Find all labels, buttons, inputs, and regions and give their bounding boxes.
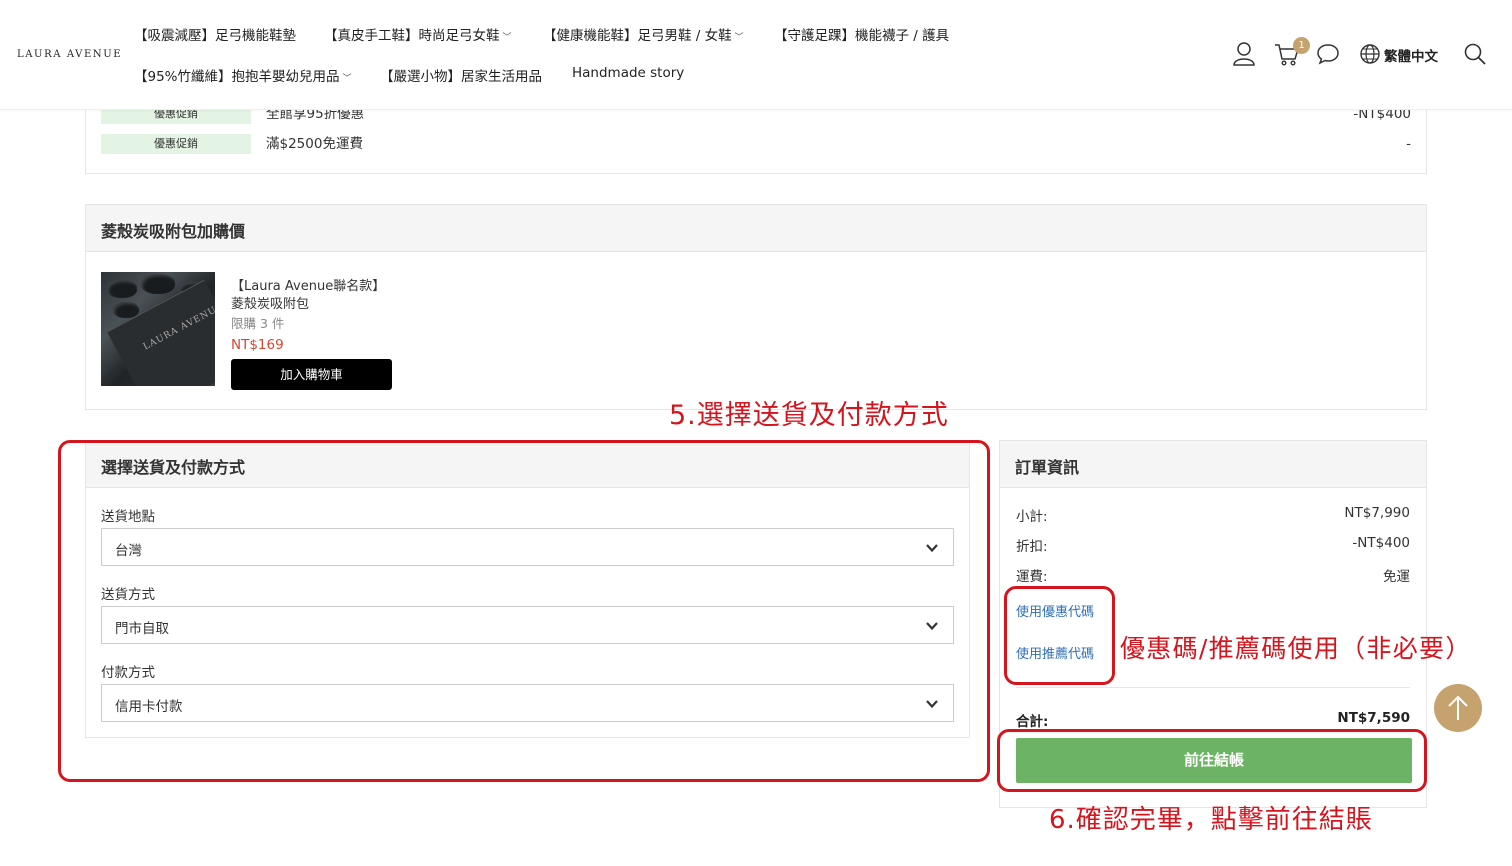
addon-product-image[interactable]: LAURA AVENUE [101,272,215,386]
subtotal-value: NT$7,990 [1344,505,1410,521]
nav-item-label: 【嚴選小物】居家生活用品 [380,69,542,85]
language-selector[interactable]: 繁體中文 [1384,45,1438,65]
addon-product-name-line2: 菱殼炭吸附包 [231,297,310,312]
search-icon[interactable] [1463,42,1487,66]
total-label: 合計: [1016,714,1049,730]
addon-price: NT$169 [231,337,284,353]
subtotal-label: 小計: [1016,509,1048,525]
chevron-down-icon: ﹀ [734,33,744,43]
addon-product-name: 【Laura Avenue聯名款】 [231,279,386,294]
chat-icon[interactable] [1316,43,1340,65]
cart-count-badge: 1 [1293,37,1310,54]
promotion-row: 優惠促銷 滿$2500免運費 - [101,134,1411,154]
annotation-step6: 6.確認完畢，點擊前往結賬 [1049,805,1373,835]
user-icon[interactable] [1232,41,1256,67]
nav-item-handmade-story[interactable]: Handmade story [572,65,684,81]
promotion-text: 滿$2500免運費 [266,136,363,152]
nav-item-socks[interactable]: 【守護足踝】機能襪子 / 護具 [774,24,949,44]
annotation-step5: 5.選擇送貨及付款方式 [669,400,949,431]
chevron-down-icon: ﹀ [502,33,512,43]
addon-card-header: 菱殼炭吸附包加購價 [86,205,1426,252]
annotation-coupon-note: 優惠碼/推薦碼使用（非必要） [1120,634,1472,663]
promotion-badge: 優惠促銷 [101,134,251,154]
site-header: LAURA AVENUE 【吸震減壓】足弓機能鞋墊 【真皮手工鞋】時尚足弓女鞋 ﹀… [0,0,1512,110]
addon-card: 菱殼炭吸附包加購價 LAURA AVENUE 【Laura Avenue聯名款】… [85,204,1427,410]
nav-item-label: 【健康機能鞋】足弓男鞋 / 女鞋 [543,28,732,44]
nav-item-label: 【守護足踝】機能襪子 / 護具 [774,28,950,44]
summary-divider [1016,687,1410,688]
globe-icon[interactable] [1359,43,1381,65]
nav-item-label: Handmade story [572,65,685,81]
nav-item-baby[interactable]: 【95%竹纖維】抱抱羊嬰幼兒用品 ﹀ [134,65,352,85]
order-card-header: 訂單資訊 [1000,441,1426,488]
chevron-down-icon: ﹀ [342,74,352,84]
addon-title: 菱殼炭吸附包加購價 [101,222,246,241]
site-logo[interactable]: LAURA AVENUE [17,49,122,60]
nav-item-label: 【吸震減壓】足弓機能鞋墊 [134,28,296,44]
shipping-fee-label: 運費: [1016,569,1048,585]
nav-item-leather-shoes[interactable]: 【真皮手工鞋】時尚足弓女鞋 ﹀ [324,24,512,44]
nav-item-label: 【真皮手工鞋】時尚足弓女鞋 [324,28,500,44]
nav-item-home[interactable]: 【嚴選小物】居家生活用品 [380,65,542,85]
nav-item-health-shoes[interactable]: 【健康機能鞋】足弓男鞋 / 女鞋 ﹀ [543,24,744,44]
annotation-box-checkout [997,729,1427,792]
back-to-top-button[interactable] [1434,684,1482,732]
nav-item-label: 【95%竹纖維】抱抱羊嬰幼兒用品 [134,69,340,85]
annotation-box-coupon [1004,586,1115,685]
add-to-cart-button[interactable]: 加入購物車 [231,359,392,390]
discount-label: 折扣: [1016,539,1048,555]
arrow-up-icon [1448,695,1468,720]
shipping-fee-value: 免運 [1383,569,1410,585]
promotion-value: - [1406,136,1411,152]
total-value: NT$7,590 [1337,710,1410,726]
discount-value: -NT$400 [1352,535,1410,551]
addon-purchase-limit: 限購 3 件 [231,316,285,331]
nav-item-insoles[interactable]: 【吸震減壓】足弓機能鞋墊 [134,24,296,44]
order-title: 訂單資訊 [1015,458,1080,477]
annotation-box-shipping [58,440,990,782]
